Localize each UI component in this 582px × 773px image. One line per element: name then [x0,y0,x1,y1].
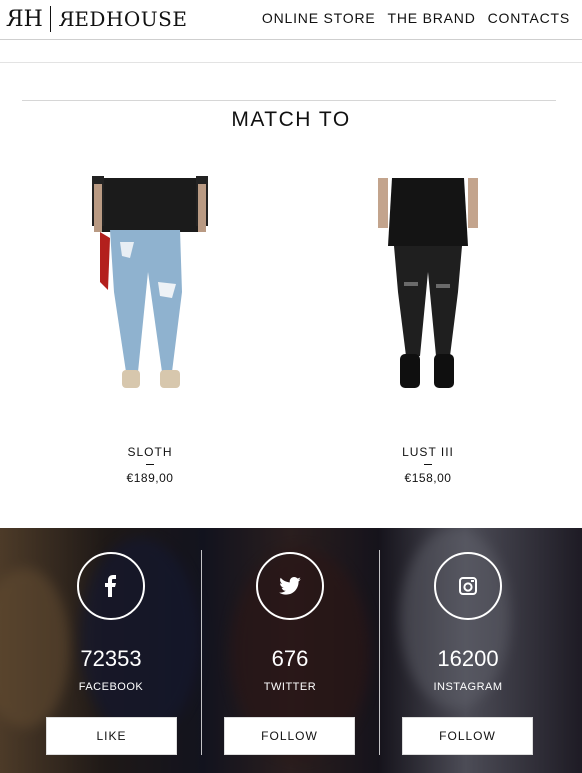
like-button[interactable]: LIKE [46,717,177,755]
product-image[interactable] [308,172,548,407]
product-price: €158,00 [404,471,452,485]
instagram-icon[interactable] [434,552,502,620]
product-card[interactable]: LUST III €158,00 [308,172,548,485]
instagram-count: 16200 [437,646,499,671]
instagram-label: INSTAGRAM [433,681,503,693]
main-nav: ONLINE STORE THE BRAND CONTACTS [262,10,570,26]
twitter-count: 676 [271,646,309,671]
name-price-separator [424,464,432,465]
facebook-icon[interactable] [77,552,145,620]
facebook-column: 72353 FACEBOOK LIKE [22,528,200,773]
twitter-column: 676 TWITTER FOLLOW [201,528,379,773]
social-section: 72353 FACEBOOK LIKE 676 TWITTER FOLLOW 1… [0,528,582,773]
product-card[interactable]: SLOTH €189,00 [30,172,270,485]
product-image[interactable] [30,172,270,407]
name-price-separator [146,464,154,465]
nav-online-store[interactable]: ONLINE STORE [262,10,376,26]
twitter-icon[interactable] [256,552,324,620]
facebook-label: FACEBOOK [78,681,144,693]
facebook-count: 72353 [80,646,142,671]
logo-wordmark: REDHOUSE [58,7,188,31]
redhouse-logo[interactable]: RH REDHOUSE [8,5,187,33]
twitter-label: TWITTER [263,681,317,693]
instagram-follow-button[interactable]: FOLLOW [402,717,533,755]
product-price: €189,00 [126,471,174,485]
divider [0,62,582,63]
product-name[interactable]: SLOTH [30,445,270,459]
nav-the-brand[interactable]: THE BRAND [388,10,476,26]
product-name[interactable]: LUST III [308,445,548,459]
instagram-column: 16200 INSTAGRAM FOLLOW [379,528,557,773]
nav-contacts[interactable]: CONTACTS [488,10,570,26]
logo-divider [49,6,51,32]
logo-monogram: RH [8,6,43,32]
site-header: RH REDHOUSE ONLINE STORE THE BRAND CONTA… [0,0,582,40]
twitter-follow-button[interactable]: FOLLOW [224,717,355,755]
section-title: MATCH TO [231,108,351,131]
section-divider [22,100,556,101]
